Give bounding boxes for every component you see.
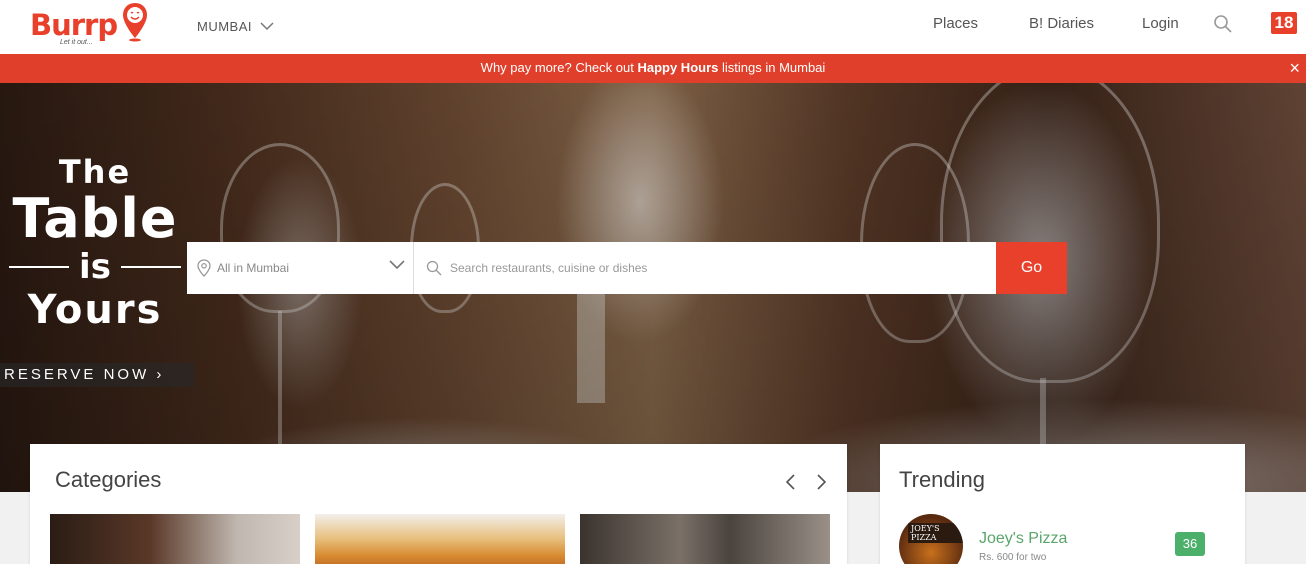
- restaurant-sign: JOEY'S PIZZA: [908, 523, 963, 543]
- trending-card: Trending JOEY'S PIZZA Joey's Pizza Rs. 6…: [880, 444, 1245, 564]
- logo-wordmark: Burrp: [30, 8, 118, 42]
- city-label: MUMBAI: [197, 19, 252, 34]
- search-query-wrapper: [414, 242, 996, 294]
- trending-item[interactable]: JOEY'S PIZZA Joey's Pizza Rs. 600 for tw…: [899, 514, 1209, 564]
- restaurant-avatar: JOEY'S PIZZA: [899, 514, 963, 564]
- rating-badge: 36: [1175, 532, 1205, 556]
- burrp-logo[interactable]: Burrp Let it out...: [30, 2, 150, 50]
- search-bar: All in Mumbai Go: [187, 242, 1067, 294]
- nav-places[interactable]: Places: [933, 15, 978, 32]
- chevron-left-icon[interactable]: [783, 472, 799, 492]
- divider: [120, 266, 181, 268]
- category-thumbnail[interactable]: [315, 514, 565, 564]
- categories-card: Categories: [30, 444, 847, 564]
- trending-title: Trending: [899, 467, 986, 492]
- tagline-is: is: [79, 247, 111, 287]
- restaurant-name[interactable]: Joey's Pizza: [979, 530, 1067, 548]
- promo-banner: Why pay more? Check out Happy Hours list…: [0, 54, 1306, 83]
- divider: [9, 266, 70, 268]
- location-pin-icon: [197, 259, 211, 277]
- nav-login[interactable]: Login: [1142, 15, 1179, 32]
- search-icon: [426, 260, 442, 276]
- chevron-down-icon: [260, 22, 274, 31]
- promo-suffix: listings in Mumbai: [718, 60, 826, 75]
- city-selector[interactable]: MUMBAI: [197, 19, 274, 34]
- chevron-down-icon: [389, 260, 405, 270]
- go-button[interactable]: Go: [996, 242, 1067, 294]
- logo-pin-icon: [123, 3, 147, 42]
- top-header: Burrp Let it out... MUMBAI Places B! Dia…: [0, 0, 1306, 54]
- location-dropdown[interactable]: All in Mumbai: [187, 242, 414, 294]
- restaurant-price: Rs. 600 for two: [979, 552, 1047, 563]
- tagline-the: The: [58, 153, 132, 191]
- reserve-now-button[interactable]: RESERVE NOW ›: [0, 363, 194, 387]
- carousel-controls: [783, 472, 829, 492]
- location-value: All in Mumbai: [217, 261, 290, 275]
- promo-prefix: Why pay more? Check out: [480, 60, 638, 75]
- tagline-yours: Yours: [27, 287, 163, 333]
- nav-b-diaries[interactable]: B! Diaries: [1029, 15, 1094, 32]
- logo-tagline: Let it out...: [60, 39, 93, 46]
- close-icon[interactable]: ×: [1289, 54, 1300, 82]
- hero-banner: The Table is Yours RESERVE NOW › All in …: [0, 83, 1306, 492]
- category-thumbnail[interactable]: [580, 514, 830, 564]
- search-icon[interactable]: [1213, 14, 1233, 34]
- hero-tagline: The Table is Yours: [0, 153, 190, 333]
- tagline-table: Table: [12, 187, 178, 250]
- category-thumbnail[interactable]: [50, 514, 300, 564]
- chevron-right-icon[interactable]: [813, 472, 829, 492]
- categories-title: Categories: [55, 467, 162, 492]
- news18-badge[interactable]: 18: [1271, 12, 1297, 34]
- promo-happy-hours-link[interactable]: Happy Hours: [637, 60, 718, 75]
- search-input[interactable]: [450, 261, 970, 275]
